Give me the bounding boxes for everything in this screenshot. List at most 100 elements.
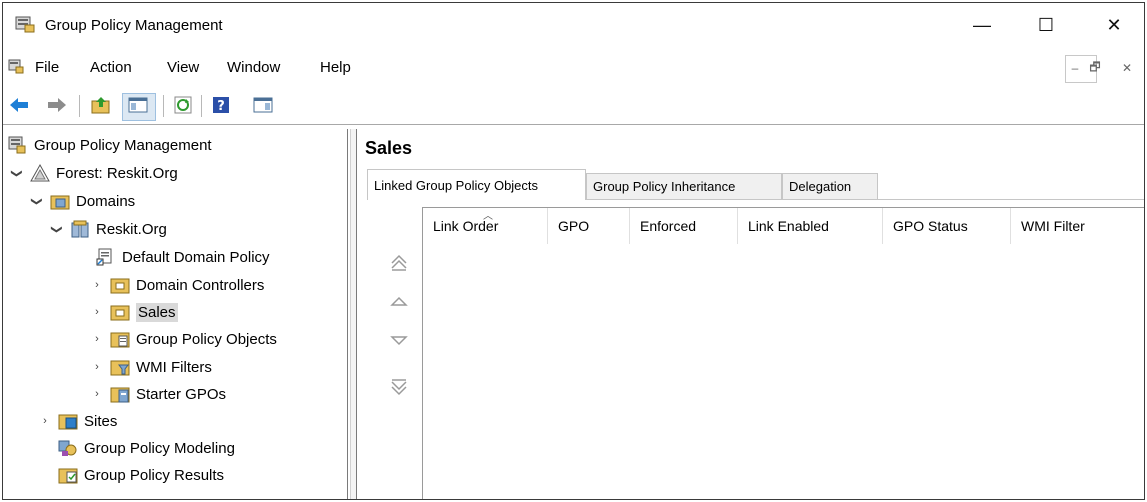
show-hide-tree-icon[interactable]: [128, 95, 148, 115]
forest-icon: [30, 163, 50, 182]
tab-linked-gpos[interactable]: Linked Group Policy Objects: [367, 169, 586, 200]
title-bar: Group Policy Management — ☐ ✕: [3, 3, 1144, 47]
domain-icon: [70, 220, 90, 238]
column-header-enforced[interactable]: Enforced: [630, 208, 738, 244]
tree-node-default-domain-policy[interactable]: Default Domain Policy: [90, 245, 270, 269]
help-icon[interactable]: ?: [211, 95, 231, 115]
tree-label: Domains: [76, 192, 136, 210]
system-menu-icon[interactable]: [8, 58, 24, 77]
starter-gpo-folder-icon: [110, 385, 130, 403]
mdi-minimize-button[interactable]: –: [1065, 58, 1085, 78]
ou-folder-icon: [110, 303, 130, 321]
tree-label: Forest: Reskit.Org: [56, 164, 178, 182]
back-icon[interactable]: [9, 95, 29, 115]
details-pane: Sales Linked Group Policy Objects Group …: [359, 129, 1144, 499]
tree-node-domain-controllers[interactable]: › Domain Controllers: [90, 273, 264, 297]
column-header-gpo[interactable]: GPO: [548, 208, 630, 244]
move-up-icon[interactable]: [387, 289, 411, 313]
show-action-pane-icon[interactable]: [253, 95, 273, 115]
up-folder-icon[interactable]: [91, 95, 111, 115]
tree-label: WMI Filters: [136, 358, 212, 376]
column-label: Link Enabled: [748, 218, 829, 234]
close-button[interactable]: ✕: [1091, 3, 1137, 47]
toolbar-separator: [79, 95, 80, 117]
maximize-button[interactable]: ☐: [1023, 3, 1069, 47]
chevron-right-icon[interactable]: ›: [90, 388, 104, 400]
menu-file[interactable]: File: [35, 59, 59, 76]
ou-folder-icon: [110, 276, 130, 294]
tree-label: Sales: [136, 302, 178, 322]
menu-view[interactable]: View: [167, 59, 199, 76]
menu-help[interactable]: Help: [320, 59, 351, 76]
window-title: Group Policy Management: [45, 17, 223, 34]
tree-node-domains[interactable]: ❯ Domains: [30, 189, 135, 213]
gpo-folder-icon: [110, 330, 130, 348]
pane-splitter[interactable]: [350, 129, 357, 499]
refresh-icon[interactable]: [173, 95, 193, 115]
tree-node-starter-gpos[interactable]: › Starter GPOs: [90, 382, 226, 406]
toolbar: ?: [3, 87, 1144, 121]
column-header-gpo-status[interactable]: GPO Status: [883, 208, 1011, 244]
column-label: Enforced: [640, 218, 697, 234]
column-header-wmi-filter[interactable]: WMI Filter: [1011, 208, 1144, 244]
menu-action[interactable]: Action: [90, 59, 132, 76]
forward-icon[interactable]: [47, 95, 67, 115]
column-label: GPO Status: [893, 218, 968, 234]
tree-label: Default Domain Policy: [122, 248, 270, 266]
chevron-right-icon[interactable]: ›: [38, 415, 52, 427]
svg-text:?: ?: [217, 99, 225, 114]
tree-label: Group Policy Management: [34, 136, 212, 154]
results-icon: [58, 466, 78, 484]
domains-folder-icon: [50, 192, 70, 210]
chevron-down-icon[interactable]: ❯: [51, 222, 64, 236]
toolbar-separator: [163, 95, 164, 117]
gpo-link-icon: [96, 248, 116, 266]
linked-gpo-list[interactable]: ︿ Link Order GPO Enforced Link Enabled G…: [422, 207, 1144, 499]
tree-node-gp-modeling[interactable]: Group Policy Modeling: [52, 436, 235, 460]
chevron-down-icon[interactable]: ❯: [11, 166, 24, 180]
chevron-right-icon[interactable]: ›: [90, 361, 104, 373]
tree-node-sites[interactable]: › Sites: [38, 409, 117, 433]
tree-label: Domain Controllers: [136, 276, 265, 294]
tree-node-sales[interactable]: › Sales: [90, 300, 178, 324]
tree-label: Reskit.Org: [96, 220, 167, 238]
menu-bar: File Action View Window Help: [3, 51, 1144, 81]
tree-node-forest[interactable]: ❯ Forest: Reskit.Org: [10, 161, 178, 185]
chevron-down-icon[interactable]: ❯: [31, 194, 44, 208]
details-title: Sales: [365, 138, 413, 158]
wmi-filter-folder-icon: [110, 358, 130, 376]
tree-label: Group Policy Results: [84, 466, 225, 484]
toolbar-divider: [3, 124, 1144, 125]
move-top-icon[interactable]: [387, 251, 411, 275]
tree-label: Group Policy Objects: [136, 330, 277, 348]
tab-gp-inheritance[interactable]: Group Policy Inheritance: [586, 173, 782, 199]
tree-node-group-policy-objects[interactable]: › Group Policy Objects: [90, 327, 277, 351]
modeling-icon: [58, 439, 78, 457]
tab-delegation[interactable]: Delegation: [782, 173, 878, 199]
menu-window[interactable]: Window: [227, 59, 280, 76]
column-header-link-enabled[interactable]: Link Enabled: [738, 208, 883, 244]
tree-node-reskit-org[interactable]: ❯ Reskit.Org: [50, 217, 167, 241]
mdi-close-button[interactable]: ✕: [1117, 58, 1137, 78]
column-label: WMI Filter: [1021, 218, 1085, 234]
mdi-restore-button[interactable]: 🗗: [1085, 58, 1105, 78]
chevron-right-icon[interactable]: ›: [90, 279, 104, 291]
app-window: Group Policy Management — ☐ ✕ File Actio…: [2, 2, 1145, 500]
gpmc-app-icon: [15, 15, 35, 36]
tree-node-wmi-filters[interactable]: › WMI Filters: [90, 355, 212, 379]
tree-label: Group Policy Modeling: [84, 439, 235, 457]
move-down-icon[interactable]: [387, 329, 411, 353]
tree-node-gpm-root[interactable]: Group Policy Management: [8, 133, 212, 157]
move-bottom-icon[interactable]: [387, 375, 411, 399]
console-tree: Group Policy Management ❯ Forest: Reskit…: [6, 129, 348, 499]
chevron-right-icon[interactable]: ›: [90, 306, 104, 318]
column-header-link-order[interactable]: ︿ Link Order: [423, 208, 548, 244]
tree-node-gp-results[interactable]: Group Policy Results: [52, 463, 224, 487]
chevron-right-icon[interactable]: ›: [90, 333, 104, 345]
sites-folder-icon: [58, 412, 78, 430]
minimize-button[interactable]: —: [959, 3, 1005, 47]
tree-label: Starter GPOs: [136, 385, 227, 403]
sort-ascending-icon: ︿: [483, 211, 493, 222]
tree-label: Sites: [84, 412, 118, 430]
gpmc-root-icon: [8, 136, 28, 154]
